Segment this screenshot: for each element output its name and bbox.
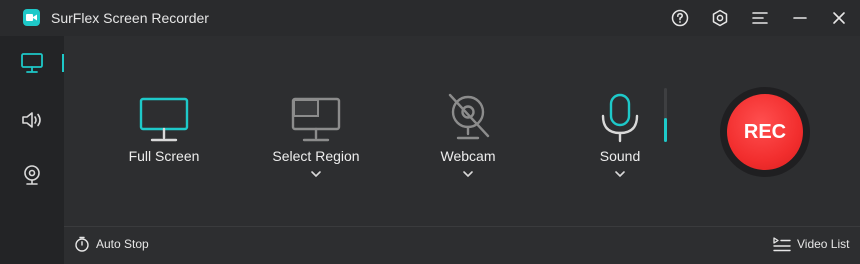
option-select-region[interactable]: Select Region — [251, 86, 381, 226]
chevron-down-icon[interactable] — [309, 170, 323, 180]
help-icon[interactable] — [669, 8, 691, 28]
video-list-button[interactable]: Video List — [773, 236, 849, 252]
option-full-screen[interactable]: Full Screen — [99, 86, 229, 226]
monitor-icon — [139, 97, 189, 142]
option-label: Sound — [599, 148, 641, 164]
sound-level-fill — [664, 117, 667, 142]
option-label: Webcam — [440, 148, 496, 164]
minimize-icon[interactable] — [789, 8, 811, 28]
close-icon[interactable] — [828, 8, 850, 28]
rec-label: REC — [727, 94, 803, 170]
monitor-icon — [21, 53, 43, 73]
webcam-off-icon — [448, 93, 490, 140]
auto-stop-button[interactable]: Auto Stop — [74, 236, 149, 252]
option-webcam[interactable]: Webcam — [403, 86, 533, 226]
region-icon — [291, 97, 341, 142]
sound-level-meter — [664, 88, 667, 142]
recording-options-panel: Full Screen Select Region Webcam Sound R… — [64, 36, 860, 226]
webcam-icon — [24, 165, 40, 185]
option-label: Select Region — [272, 148, 360, 164]
chevron-down-icon[interactable] — [461, 170, 475, 180]
app-title: SurFlex Screen Recorder — [51, 10, 209, 26]
timer-icon — [75, 236, 89, 252]
video-list-icon — [773, 237, 791, 252]
sidebar — [0, 36, 64, 264]
sidebar-item-screen[interactable] — [18, 49, 46, 77]
chevron-down-icon[interactable] — [613, 170, 627, 180]
video-list-label: Video List — [797, 237, 850, 251]
sidebar-item-audio[interactable] — [18, 106, 46, 134]
sidebar-item-webcam[interactable] — [18, 161, 46, 189]
option-label: Full Screen — [128, 148, 200, 164]
speaker-icon — [22, 112, 41, 128]
bottom-bar: Auto Stop Video List — [64, 227, 860, 264]
menu-icon[interactable] — [749, 8, 771, 28]
microphone-icon — [601, 93, 639, 143]
rec-button[interactable]: REC — [720, 87, 810, 177]
app-logo-icon — [23, 9, 40, 26]
title-bar: SurFlex Screen Recorder — [0, 0, 860, 36]
settings-icon[interactable] — [709, 8, 731, 28]
auto-stop-label: Auto Stop — [96, 237, 149, 251]
